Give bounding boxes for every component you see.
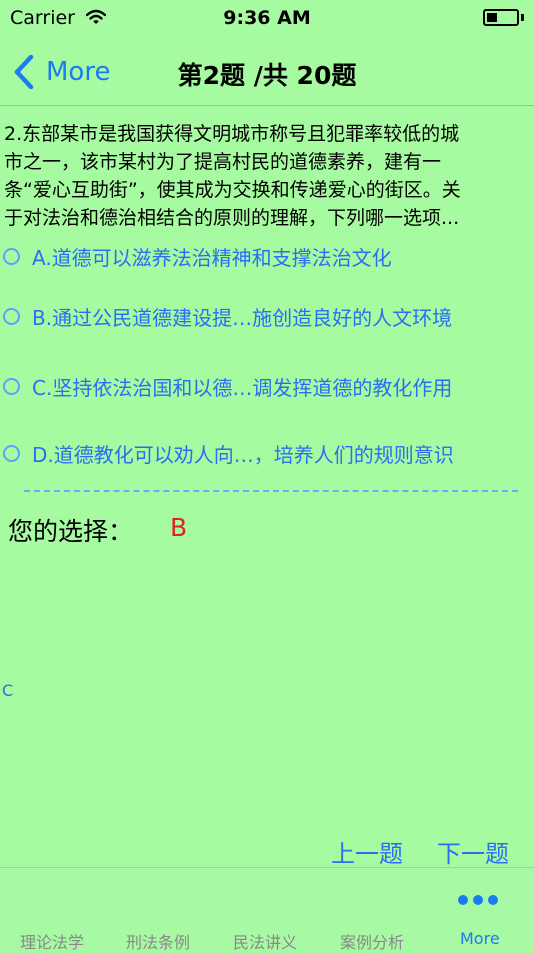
navigation-bar: More 第2题 /共 20题 [0,38,534,106]
question-text: 2.东部某市是我国获得文明城市称号且犯罪率较低的城 市之一，该市某村为了提高村民… [4,120,530,232]
status-bar: Carrier 9:36 AM [0,0,534,38]
tab-theory-law[interactable]: 理论法学 [20,929,84,953]
more-icon[interactable] [458,895,498,905]
question-line: 条“爱心互助街”，使其成为交换和传递爱心的街区。关 [4,179,461,201]
question-line: 2.东部某市是我国获得文明城市称号且犯罪率较低的城 [4,123,460,145]
status-time: 9:36 AM [223,7,311,29]
option-d[interactable]: D.道德教化可以劝人向…，培养人们的规则意识 [3,435,534,471]
option-label: D.道德教化可以劝人向…，培养人们的规则意识 [32,442,454,467]
your-choice-value: B [170,513,188,542]
tab-bar: 理论法学 刑法条例 民法讲义 案例分析 More [0,867,534,953]
option-a[interactable]: A.道德可以滋养法治精神和支撑法治文化 [3,238,534,274]
tab-criminal-law[interactable]: 刑法条例 [126,929,190,953]
question-line: 市之一，该市某村为了提高村民的道德素养，建有一 [4,151,442,173]
radio-icon [3,377,20,395]
option-label: A.道德可以滋养法治精神和支撑法治文化 [32,245,392,270]
next-question-button[interactable]: 下一题 [437,834,509,869]
battery-icon [483,9,519,26]
battery-tip [521,14,524,21]
tab-more[interactable]: More [460,929,500,948]
question-line: 于对法治和德治相结合的原则的理解，下列哪一选项... [4,207,460,229]
option-b[interactable]: B.通过公民道德建设提…施创造良好的人文环境 [3,298,534,334]
tab-civil-law[interactable]: 民法讲义 [233,929,297,953]
answer-text: C [2,681,14,700]
navbar-divider [0,105,534,106]
option-label: C.坚持依法治国和以德…调发挥道德的教化作用 [32,375,453,400]
page-title: 第2题 /共 20题 [177,61,357,90]
radio-icon [3,307,20,325]
option-label: B.通过公民道德建设提…施创造良好的人文环境 [32,305,453,330]
tab-case-analysis[interactable]: 案例分析 [340,929,404,953]
dashed-divider [24,490,518,492]
radio-icon [3,247,20,265]
prev-question-button[interactable]: 上一题 [331,834,403,869]
radio-icon [3,444,20,462]
option-c[interactable]: C.坚持依法治国和以德…调发挥道德的教化作用 [3,368,534,404]
your-choice-label: 您的选择： [8,517,134,546]
